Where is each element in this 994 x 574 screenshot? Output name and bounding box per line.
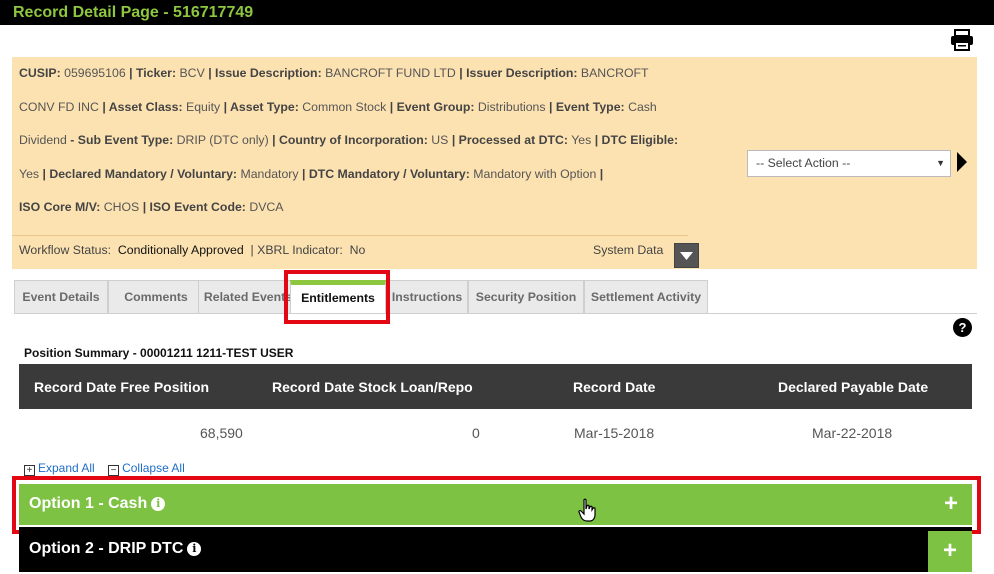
expand-plus-icon: + [24, 465, 35, 476]
table-row: 68,590 0 Mar-15-2018 Mar-22-2018 [19, 409, 972, 454]
cell-free-position: 68,590 [200, 425, 243, 441]
field-value: CHOS [103, 200, 140, 215]
field-label: | [599, 166, 604, 181]
expand-collapse-controls: + Expand All − Collapse All [24, 461, 185, 476]
field-label: | DTC Mandatory / Voluntary: [301, 166, 470, 181]
highlight-box-tab [284, 270, 390, 324]
event-info-line: Yes | Declared Mandatory / Voluntary: Ma… [19, 158, 689, 192]
option-2-header[interactable]: Option 2 - DRIP DTC i + [19, 527, 972, 572]
field-value: BCV [179, 66, 205, 80]
tab-settlement-activity[interactable]: Settlement Activity [584, 280, 708, 314]
field-label: | Asset Class: [102, 99, 183, 114]
chevron-down-icon [680, 252, 693, 260]
select-action-value: -- Select Action -- [756, 156, 851, 170]
field-value: Mandatory with Option [473, 166, 597, 181]
workflow-value: Conditionally Approved [117, 243, 244, 257]
field-label: | ISO Event Code: [142, 200, 246, 215]
cell-payable-date: Mar-22-2018 [812, 425, 893, 441]
event-info-line: Dividend - Sub Event Type: DRIP (DTC onl… [19, 124, 689, 158]
header-record-date: Record Date [573, 379, 656, 395]
field-value: Dividend [19, 133, 67, 148]
field-value: Mandatory [240, 166, 299, 181]
field-value: Equity [186, 99, 221, 114]
position-summary-title: Position Summary - 00001211 1211-TEST US… [24, 346, 294, 360]
expand-all-link[interactable]: + Expand All [24, 461, 95, 476]
header-payable-date: Declared Payable Date [778, 379, 929, 395]
tab-instructions[interactable]: Instructions [386, 280, 468, 314]
page-title: Record Detail Page - 516717749 [0, 0, 994, 25]
field-label: | Event Group: [389, 99, 475, 114]
collapse-minus-icon: − [108, 465, 120, 476]
field-value: Yes [571, 133, 592, 148]
plus-icon[interactable]: + [928, 531, 972, 572]
print-icon[interactable] [950, 29, 974, 51]
event-info-line: CONV FD INC | Asset Class: Equity | Asse… [19, 91, 689, 125]
hand-cursor-icon [578, 498, 596, 522]
field-value: BANCROFT [580, 66, 649, 80]
select-action-dropdown[interactable]: -- Select Action -- ▼ [747, 150, 951, 177]
field-label: CUSIP: [19, 66, 61, 80]
cell-stock-loan: 0 [472, 425, 480, 441]
header-free-position: Record Date Free Position [34, 379, 210, 395]
field-label: | Event Type: [548, 99, 625, 114]
tab-related-events[interactable]: Related Events [198, 280, 298, 314]
go-action-arrow-icon[interactable] [957, 152, 967, 172]
field-value: US [431, 133, 449, 148]
position-summary-table: Record Date Free Position Record Date St… [19, 364, 972, 454]
tab-event-details[interactable]: Event Details [14, 280, 108, 314]
dropdown-caret-icon: ▼ [936, 158, 945, 168]
tab-comments[interactable]: Comments [108, 280, 204, 314]
field-value: Distributions [477, 99, 546, 114]
event-info-lines: CUSIP: 059695106 | Ticker: BCV | Issue D… [19, 57, 689, 225]
field-label: | Issuer Description: [459, 66, 578, 80]
option-2-label: Option 2 - DRIP DTC [29, 540, 184, 557]
system-data-label: System Data [593, 243, 664, 257]
field-value: DVCA [249, 200, 284, 215]
field-label: | Issue Description: [208, 66, 322, 80]
field-value: CONV FD INC [19, 99, 99, 114]
field-label: | Country of Incorporation: [272, 133, 428, 148]
xbrl-label: | XBRL Indicator: [250, 243, 343, 257]
field-label: | DTC Eligible: [594, 133, 679, 148]
divider [12, 235, 688, 236]
collapse-all-link[interactable]: − Collapse All [108, 461, 185, 476]
tab-security-position[interactable]: Security Position [468, 280, 584, 314]
system-data-toggle-button[interactable] [674, 243, 699, 268]
highlight-box-option [12, 476, 981, 534]
workflow-status: Workflow Status: Conditionally Approved … [19, 243, 365, 257]
field-value: 059695106 [64, 66, 126, 80]
table-header: Record Date Free Position Record Date St… [19, 364, 972, 409]
workflow-label: Workflow Status: [19, 243, 112, 257]
help-icon[interactable]: ? [953, 318, 972, 337]
field-label: | Asset Type: [223, 99, 299, 114]
field-label: | Processed at DTC: [451, 133, 569, 148]
expand-all-label: Expand All [38, 461, 95, 475]
option-2-title: Option 2 - DRIP DTC i [29, 527, 202, 570]
header-stock-loan: Record Date Stock Loan/Repo [272, 379, 473, 395]
info-icon[interactable]: i [187, 542, 202, 556]
field-label: ISO Core M/V: [19, 200, 101, 215]
tab-divider [14, 313, 977, 314]
cell-record-date: Mar-15-2018 [574, 425, 655, 441]
field-value: BANCROFT FUND LTD [325, 66, 456, 80]
event-info-panel: CUSIP: 059695106 | Ticker: BCV | Issue D… [12, 57, 977, 269]
event-info-line: ISO Core M/V: CHOS | ISO Event Code: DVC… [19, 191, 689, 225]
field-value: Cash [628, 99, 657, 114]
field-label: | Declared Mandatory / Voluntary: [42, 166, 238, 181]
field-value: Common Stock [302, 99, 387, 114]
collapse-all-label: Collapse All [122, 461, 185, 475]
xbrl-value: No [349, 243, 366, 257]
field-label: - Sub Event Type: [70, 133, 174, 148]
event-info-line: CUSIP: 059695106 | Ticker: BCV | Issue D… [19, 57, 689, 91]
field-value: DRIP (DTC only) [176, 133, 269, 148]
field-label: | Ticker: [129, 66, 177, 80]
field-value: Yes [19, 166, 40, 181]
